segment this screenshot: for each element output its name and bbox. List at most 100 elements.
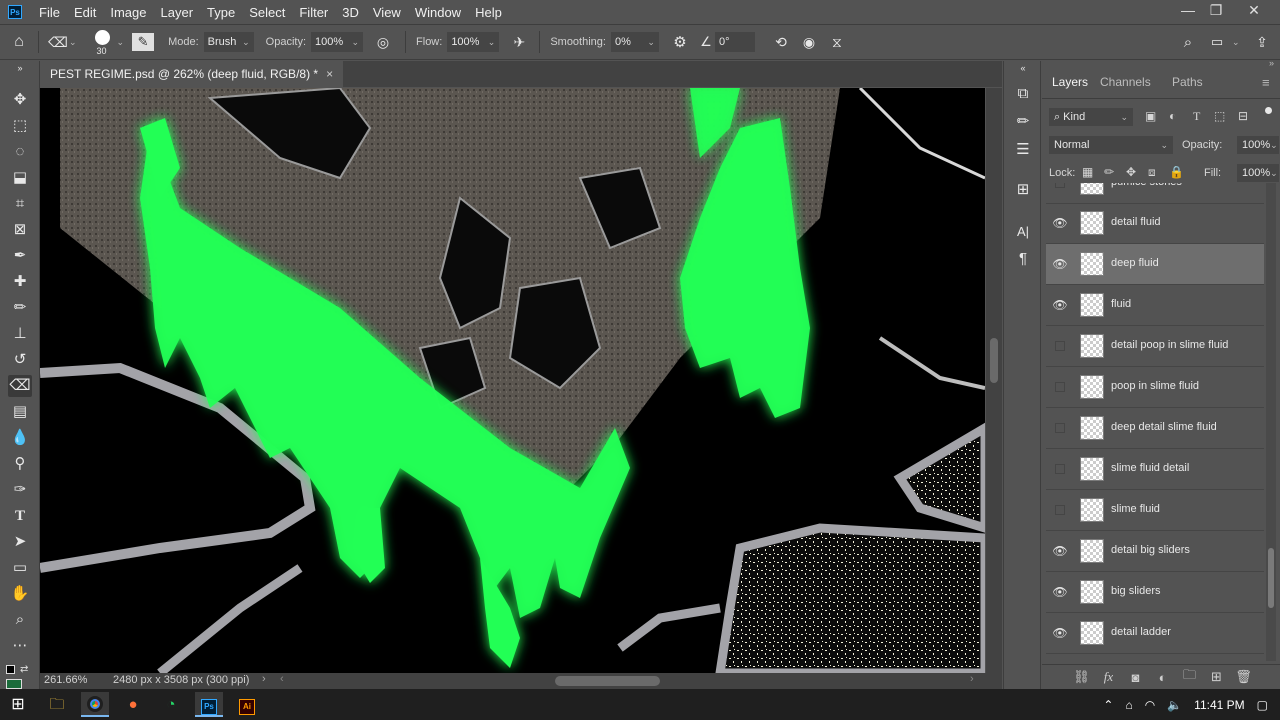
menu-layer[interactable]: Layer: [154, 5, 201, 20]
zoom-tool-icon[interactable]: ⌕: [8, 609, 32, 631]
path-selection-tool-icon[interactable]: ➤: [8, 531, 32, 553]
brush-preset-picker[interactable]: 30: [89, 27, 115, 57]
character-panel-icon[interactable]: A|: [1012, 221, 1034, 243]
more-tools-icon[interactable]: ⋯: [8, 635, 32, 657]
visibility-toggle[interactable]: [1055, 423, 1065, 433]
erase-to-history-icon[interactable]: ⟲: [767, 34, 795, 51]
layer-row[interactable]: slime fluid: [1046, 490, 1264, 531]
lasso-tool-icon[interactable]: ◌: [8, 141, 32, 163]
brush-settings-icon[interactable]: ✎: [132, 33, 155, 51]
menu-filter[interactable]: Filter: [292, 5, 335, 20]
workspace-icon[interactable]: ▭: [1206, 34, 1228, 50]
layer-fill-input[interactable]: 100% ⌄: [1237, 164, 1279, 182]
photoshop-taskbar-icon[interactable]: Ps: [195, 692, 223, 717]
blur-tool-icon[interactable]: 💧: [8, 427, 32, 449]
adjustments-panel-icon[interactable]: ☰: [1012, 139, 1034, 161]
search-icon[interactable]: ⌕: [1176, 34, 1200, 51]
scrollbar-thumb[interactable]: [1268, 548, 1274, 608]
pressure-size-icon[interactable]: ◉: [795, 34, 823, 51]
default-colors-icon[interactable]: [6, 665, 15, 674]
eye-icon[interactable]: 👁: [1052, 256, 1068, 272]
layer-row[interactable]: poop in slime fluid: [1046, 367, 1264, 408]
eye-icon[interactable]: 👁: [1052, 215, 1068, 231]
visibility-toggle[interactable]: [1055, 505, 1065, 515]
wifi-icon[interactable]: ◠: [1145, 698, 1155, 712]
layer-row[interactable]: 👁 detail ladder: [1046, 613, 1264, 654]
eye-icon[interactable]: 👁: [1052, 625, 1068, 641]
brush-tool-icon[interactable]: ✏: [8, 297, 32, 319]
canvas-vertical-scrollbar[interactable]: [986, 88, 1002, 673]
menu-edit[interactable]: Edit: [67, 5, 103, 20]
rectangle-tool-icon[interactable]: ▭: [8, 557, 32, 579]
new-group-icon[interactable]: 🗀: [1176, 666, 1203, 688]
layer-row[interactable]: 👁 detail fluid: [1046, 203, 1264, 244]
eyedropper-tool-icon[interactable]: ✒: [8, 245, 32, 267]
close-window-button[interactable]: ✕: [1238, 2, 1270, 19]
scrollbar-thumb[interactable]: [990, 338, 998, 383]
swap-colors-icon[interactable]: ⇄: [20, 664, 28, 675]
mode-select[interactable]: Brush ⌄: [203, 32, 254, 52]
paragraph-panel-icon[interactable]: ¶: [1012, 248, 1034, 270]
lock-transparent-icon[interactable]: ▦: [1082, 165, 1093, 179]
marquee-tool-icon[interactable]: ⬚: [8, 115, 32, 137]
file-explorer-icon[interactable]: 🗀: [43, 692, 71, 717]
layer-style-icon[interactable]: fx: [1095, 669, 1122, 685]
menu-help[interactable]: Help: [468, 5, 509, 20]
lock-all-icon[interactable]: 🔒: [1169, 165, 1184, 179]
layer-row[interactable]: 👁 big sliders: [1046, 572, 1264, 613]
delete-layer-icon[interactable]: 🗑: [1230, 669, 1257, 685]
layer-filter-kind-select[interactable]: ⌕ Kind ⌄: [1049, 108, 1133, 126]
layer-row[interactable]: 👁 detail big sliders: [1046, 531, 1264, 572]
illustrator-taskbar-icon[interactable]: Ai: [233, 692, 261, 717]
gear-icon[interactable]: ⚙: [669, 33, 691, 51]
chevron-left-icon[interactable]: ‹: [280, 673, 284, 685]
eraser-tool-icon[interactable]: ⌫: [8, 375, 32, 397]
filter-toggle-icon[interactable]: [1265, 107, 1272, 114]
filter-type-icon[interactable]: T: [1193, 109, 1200, 124]
chrome-icon[interactable]: [81, 692, 109, 717]
frame-tool-icon[interactable]: ⊠: [8, 219, 32, 241]
menu-view[interactable]: View: [366, 5, 408, 20]
layers-scrollbar[interactable]: [1266, 183, 1276, 661]
document-tab[interactable]: PEST REGIME.psd @ 262% (deep fluid, RGB/…: [40, 61, 344, 87]
filter-smart-object-icon[interactable]: ⊟: [1238, 109, 1248, 123]
flow-input[interactable]: 100% ⌄: [447, 32, 500, 52]
tab-channels[interactable]: Channels: [1100, 75, 1151, 89]
history-panel-icon[interactable]: ⧉: [1012, 83, 1034, 105]
collapse-panel-icon[interactable]: »: [1269, 58, 1274, 68]
eye-icon[interactable]: 👁: [1052, 584, 1068, 600]
tab-paths[interactable]: Paths: [1172, 75, 1203, 89]
healing-brush-tool-icon[interactable]: ✚: [8, 271, 32, 293]
tray-overflow-icon[interactable]: ⌃: [1103, 698, 1113, 712]
clone-stamp-tool-icon[interactable]: ⊥: [8, 323, 32, 345]
type-tool-icon[interactable]: T: [8, 505, 32, 527]
move-tool-icon[interactable]: ✥: [8, 89, 32, 111]
network-icon[interactable]: ⌂: [1125, 698, 1132, 712]
close-tab-icon[interactable]: ×: [326, 61, 333, 87]
chevron-down-icon[interactable]: ⌄: [117, 37, 125, 48]
menu-3d[interactable]: 3D: [335, 5, 366, 20]
layer-opacity-input[interactable]: 100% ⌄: [1237, 136, 1279, 154]
eye-icon[interactable]: 👁: [1052, 543, 1068, 559]
smoothing-input[interactable]: 0% ⌄: [610, 32, 659, 52]
lock-image-icon[interactable]: ✏: [1104, 165, 1114, 179]
lock-position-icon[interactable]: ✥: [1126, 165, 1136, 179]
restore-button[interactable]: ❐: [1200, 2, 1232, 19]
adjustment-layer-icon[interactable]: ◐: [1149, 670, 1176, 685]
menu-select[interactable]: Select: [242, 5, 292, 20]
menu-window[interactable]: Window: [408, 5, 468, 20]
whatsapp-icon[interactable]: ◔: [157, 692, 185, 717]
eye-icon[interactable]: 👁: [1052, 297, 1068, 313]
filter-shape-icon[interactable]: ⬚: [1214, 109, 1225, 123]
panel-menu-icon[interactable]: ≡: [1262, 75, 1270, 90]
layer-row[interactable]: 👁 fluid: [1046, 285, 1264, 326]
windows-start-icon[interactable]: ⊞: [4, 692, 32, 717]
clock[interactable]: 11:41 PM: [1194, 698, 1244, 712]
eraser-tool-icon[interactable]: ⌫: [47, 34, 69, 51]
layer-row[interactable]: detail poop in slime fluid: [1046, 326, 1264, 367]
visibility-toggle[interactable]: [1055, 183, 1065, 188]
canvas-horizontal-scrollbar-thumb[interactable]: [555, 676, 660, 686]
layer-row[interactable]: 👁 deep fluid: [1046, 244, 1264, 285]
chevron-right-icon[interactable]: ›: [262, 673, 266, 685]
visibility-toggle[interactable]: [1055, 382, 1065, 392]
